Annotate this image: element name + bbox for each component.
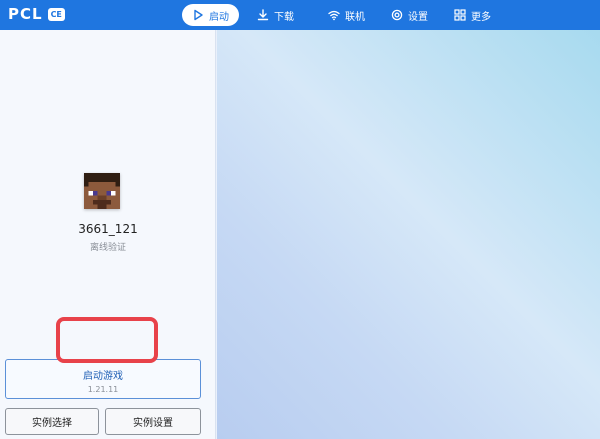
instance-settings-button[interactable]: 实例设置: [105, 408, 201, 435]
tab-more[interactable]: 更多: [444, 4, 501, 26]
launch-game-label: 启动游戏: [83, 371, 123, 382]
edition-badge: CE: [47, 7, 65, 21]
instance-settings-label: 实例设置: [133, 418, 173, 429]
avatar[interactable]: [84, 173, 120, 209]
wifi-icon: [328, 10, 340, 21]
title-bar: PCL CE 启动 下载 联机 设置 更多: [0, 0, 600, 30]
grid-icon: [454, 9, 466, 21]
tab-settings-label: 设置: [408, 11, 428, 23]
tab-online-label: 联机: [345, 11, 365, 23]
auth-type: 离线验证: [89, 243, 126, 253]
sidebar: 3661_121 离线验证 启动游戏 1.21.11 实例选择 实例设置: [0, 30, 216, 439]
gear-icon: [391, 9, 403, 21]
play-icon: [194, 9, 203, 21]
instance-select-button[interactable]: 实例选择: [5, 408, 99, 435]
tab-download-label: 下载: [274, 11, 294, 23]
tab-online[interactable]: 联机: [318, 4, 375, 26]
main-panel: [217, 30, 600, 439]
instance-select-label: 实例选择: [32, 418, 72, 429]
app-brand: PCL CE: [8, 5, 65, 23]
tab-launch[interactable]: 启动: [182, 4, 239, 26]
username: 3661_121: [78, 222, 138, 236]
launch-version: 1.21.11: [87, 385, 119, 394]
tab-more-label: 更多: [471, 11, 491, 23]
tab-launch-label: 启动: [209, 11, 229, 23]
download-icon: [257, 9, 269, 21]
app-name: PCL: [8, 5, 43, 23]
launch-game-button[interactable]: 启动游戏 1.21.11: [5, 359, 201, 399]
tab-settings[interactable]: 设置: [381, 4, 438, 26]
tab-download[interactable]: 下载: [247, 4, 304, 26]
main-nav: 启动 下载 联机 设置 更多: [182, 4, 501, 26]
